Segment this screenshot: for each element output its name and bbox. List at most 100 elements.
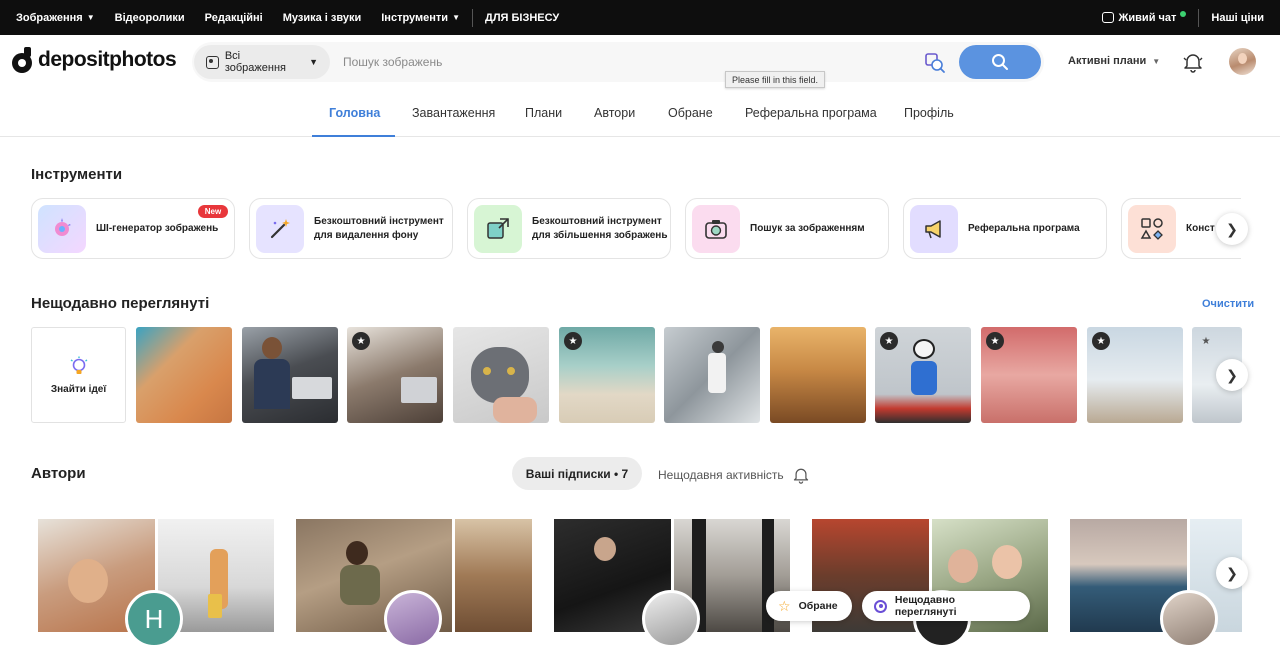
search-button[interactable] (959, 45, 1041, 79)
shapes-icon (1128, 204, 1176, 253)
star-icon[interactable]: ★ (986, 332, 1004, 350)
chevron-down-icon: ▼ (1152, 56, 1161, 66)
chevron-right-icon: ❯ (1226, 220, 1238, 237)
active-tab-indicator (312, 135, 395, 137)
main-nav: Головна Завантаження Плани Автори Обране… (0, 89, 1280, 137)
tool-label: ШІ-генератор зображень (96, 222, 219, 234)
megaphone-icon (910, 204, 958, 253)
thumbnail-beach-crowd[interactable]: ★ (559, 327, 655, 423)
thumbnail-grey-cat[interactable] (453, 327, 549, 423)
recently-viewed-button[interactable]: Нещодавно переглянуті (862, 591, 1030, 621)
favorites-button[interactable]: ☆ Обране (766, 591, 852, 621)
active-plans-dropdown[interactable]: Активні плани ▼ (1068, 55, 1160, 67)
author-avatar[interactable]: H (125, 590, 183, 648)
author-avatar[interactable] (384, 590, 442, 648)
thumbnail-cafe-friends[interactable]: ★ (347, 327, 443, 423)
tool-upscaler[interactable]: Безкоштовний інструмент для збільшення з… (467, 198, 671, 259)
author-image[interactable] (455, 519, 532, 632)
star-icon[interactable]: ★ (564, 332, 582, 350)
thumbnail-flamingos[interactable]: ★ (981, 327, 1077, 423)
menu-music[interactable]: Музика і звуки (273, 0, 372, 35)
chat-icon (1102, 12, 1115, 23)
tab-uploads[interactable]: Завантаження (412, 89, 495, 137)
recent-next-button[interactable]: ❯ (1216, 359, 1248, 391)
star-icon[interactable]: ★ (880, 332, 898, 350)
recent-activity-filter[interactable]: Нещодавня активність (658, 466, 810, 484)
clear-link[interactable]: Очистити (1202, 298, 1254, 310)
tools-next-button[interactable]: ❯ (1216, 213, 1248, 245)
menu-videos[interactable]: Відеоролики (105, 0, 195, 35)
authors-next-button[interactable]: ❯ (1216, 557, 1248, 589)
tool-label: Безкоштовний інструмент для видалення фо… (314, 216, 444, 241)
find-ideas-card[interactable]: Знайти ідеї (31, 327, 126, 423)
divider (1198, 8, 1200, 27)
thumbnail-seagulls[interactable]: ★ (1087, 327, 1183, 423)
divider (471, 8, 473, 27)
search-type-dropdown[interactable]: Всі зображення ▼ (194, 45, 330, 79)
menu-business-label: ДЛЯ БІЗНЕСУ (484, 11, 560, 24)
upscale-icon (474, 204, 522, 253)
menu-tools-label: Інструменти (381, 11, 449, 24)
tool-label: Реферальна програма (968, 222, 1080, 234)
authors-title: Автори (31, 465, 86, 482)
star-icon[interactable]: ★ (352, 332, 370, 350)
chevron-down-icon: ▼ (86, 13, 95, 22)
chevron-down-icon: ▼ (452, 13, 460, 22)
magic-wand-icon (256, 204, 304, 253)
tool-label: Конст (1186, 222, 1215, 234)
tab-plans[interactable]: Плани (525, 89, 562, 137)
ai-generator-icon (38, 204, 86, 253)
camera-search-icon (692, 204, 740, 253)
menu-business[interactable]: ДЛЯ БІЗНЕСУ (475, 0, 569, 35)
recent-activity-label: Нещодавня активність (658, 468, 784, 482)
star-icon[interactable]: ★ (1092, 332, 1110, 350)
menu-music-label: Музика і звуки (282, 11, 362, 24)
thumbnail-panda-dancer[interactable]: ★ (875, 327, 971, 423)
tool-image-search[interactable]: Пошук за зображенням (685, 198, 889, 259)
chevron-right-icon: ❯ (1226, 366, 1238, 383)
recent-title: Нещодавно переглянуті (31, 295, 210, 312)
bell-icon (793, 468, 808, 484)
thumbnail-dancer-studio[interactable] (664, 327, 760, 423)
search-type-label: Всі зображення (224, 50, 286, 74)
validation-tooltip: Please fill in this field. (725, 71, 826, 88)
thumbnail-beach-aerial[interactable] (136, 327, 232, 423)
author-avatar[interactable] (642, 590, 700, 648)
logo[interactable]: depositphotos (12, 47, 177, 73)
notifications-bell-icon[interactable] (1182, 51, 1204, 73)
live-chat-link[interactable]: Живий чат (1086, 0, 1196, 35)
recently-viewed-label: Нещодавно переглянуті (894, 594, 957, 618)
active-plans-label: Активні плани (1068, 55, 1147, 67)
subscriptions-filter[interactable]: Ваші підписки • 7 (512, 457, 642, 490)
tab-home[interactable]: Головна (329, 89, 380, 137)
lightbulb-icon (70, 356, 87, 374)
tool-referral[interactable]: Реферальна програма (903, 198, 1107, 259)
favorites-label: Обране (798, 600, 838, 612)
menu-tools[interactable]: Інструменти ▼ (371, 0, 470, 35)
visual-search-icon[interactable] (924, 52, 946, 74)
tool-background-remover[interactable]: Безкоштовний інструмент для видалення фо… (249, 198, 453, 259)
tools-title: Інструменти (31, 166, 123, 183)
find-ideas-label: Знайти ідеї (50, 383, 107, 395)
star-outline-icon: ☆ (778, 597, 791, 614)
menu-images-label: Зображення (16, 11, 83, 24)
thumbnail-business-meeting[interactable] (242, 327, 338, 423)
eye-icon (874, 599, 887, 613)
tool-label: Безкоштовний інструмент для збільшення з… (532, 216, 668, 241)
menu-editorial[interactable]: Редакційні (195, 0, 273, 35)
chevron-down-icon: ▼ (309, 57, 318, 67)
user-avatar[interactable] (1229, 48, 1256, 75)
tab-profile[interactable]: Профіль (904, 89, 954, 137)
prices-label: Наші ціни (1211, 11, 1264, 24)
tab-referral[interactable]: Реферальна програма (745, 89, 877, 137)
menu-images[interactable]: Зображення ▼ (0, 0, 105, 35)
tab-authors[interactable]: Автори (594, 89, 635, 137)
author-avatar[interactable] (1160, 590, 1218, 648)
online-status-icon (1180, 10, 1187, 17)
top-bar: Зображення ▼ Відеоролики Редакційні Музик… (0, 0, 1280, 35)
star-icon[interactable]: ★ (1197, 332, 1215, 350)
thumbnail-balloons-sunset[interactable] (770, 327, 866, 423)
menu-videos-label: Відеоролики (114, 11, 185, 24)
prices-link[interactable]: Наші ціни (1201, 0, 1280, 35)
tab-favorites[interactable]: Обране (668, 89, 713, 137)
